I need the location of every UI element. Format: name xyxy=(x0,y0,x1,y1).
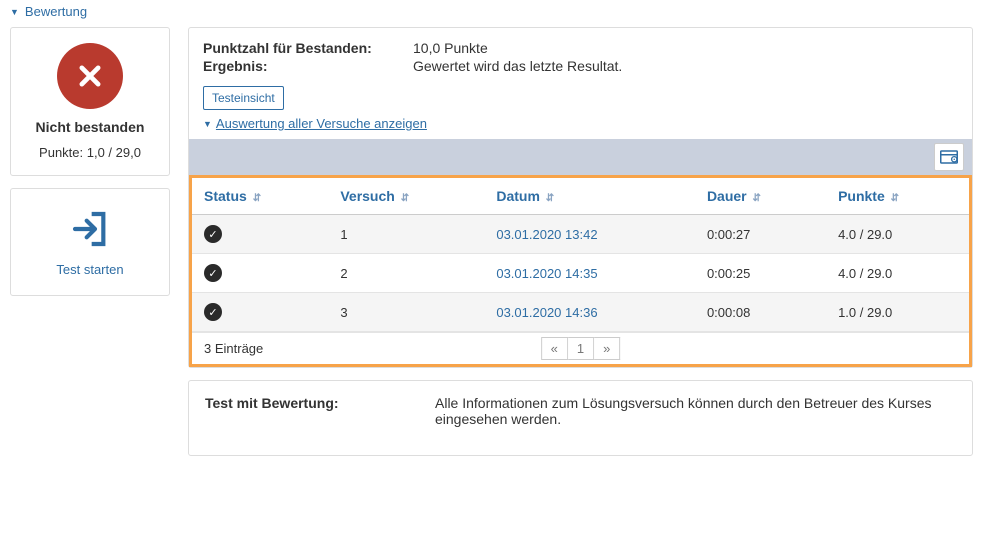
info-value: Alle Informationen zum Lösungsversuch kö… xyxy=(435,395,956,427)
cell-points: 1.0 / 29.0 xyxy=(826,293,969,332)
col-duration[interactable]: Dauer ⇵ xyxy=(695,178,826,215)
enter-icon xyxy=(21,209,159,252)
cell-attempt: 3 xyxy=(328,293,484,332)
sort-icon: ⇵ xyxy=(891,193,899,204)
info-panel: Test mit Bewertung: Alle Informationen z… xyxy=(188,380,973,456)
pager-page[interactable]: 1 xyxy=(568,337,594,360)
table-row: ✓ 1 03.01.2020 13:42 0:00:274.0 / 29.0 xyxy=(192,215,969,254)
pager-prev[interactable]: « xyxy=(541,337,568,360)
table-row: ✓ 2 03.01.2020 14:35 0:00:254.0 / 29.0 xyxy=(192,254,969,293)
table-footer: 3 Einträge « 1 » xyxy=(192,332,969,364)
cell-points: 4.0 / 29.0 xyxy=(826,215,969,254)
status-panel: Nicht bestanden Punkte: 1,0 / 29,0 xyxy=(10,27,170,176)
check-icon: ✓ xyxy=(204,303,222,321)
pass-score-label: Punktzahl für Bestanden: xyxy=(203,40,413,56)
col-date[interactable]: Datum ⇵ xyxy=(484,178,695,215)
cell-attempt: 2 xyxy=(328,254,484,293)
start-test-button[interactable]: Test starten xyxy=(10,188,170,296)
cell-duration: 0:00:25 xyxy=(695,254,826,293)
result-label: Ergebnis: xyxy=(203,58,413,74)
pass-score-value: 10,0 Punkte xyxy=(413,40,958,56)
sort-icon: ⇵ xyxy=(401,193,409,204)
check-icon: ✓ xyxy=(204,264,222,282)
check-icon: ✓ xyxy=(204,225,222,243)
fail-icon xyxy=(57,43,123,109)
main-panel: Punktzahl für Bestanden: 10,0 Punkte Erg… xyxy=(188,27,973,368)
sort-icon: ⇵ xyxy=(253,193,261,204)
accordion-header[interactable]: ▼ Bewertung xyxy=(10,0,973,27)
cell-duration: 0:00:08 xyxy=(695,293,826,332)
sort-icon: ⇵ xyxy=(753,193,761,204)
attempts-table-wrapper: Status ⇵ Versuch ⇵ Datum ⇵ Dauer ⇵ Punkt… xyxy=(189,175,972,367)
show-all-attempts-link[interactable]: Auswertung aller Versuche anzeigen xyxy=(216,116,427,131)
pager: « 1 » xyxy=(541,337,621,360)
col-attempt[interactable]: Versuch ⇵ xyxy=(328,178,484,215)
test-insight-button[interactable]: Testeinsicht xyxy=(203,86,284,110)
attempt-date-link[interactable]: 03.01.2020 14:35 xyxy=(496,266,597,281)
chevron-down-icon: ▼ xyxy=(10,7,19,17)
status-points: Punkte: 1,0 / 29,0 xyxy=(21,145,159,160)
sort-icon: ⇵ xyxy=(546,193,554,204)
status-title: Nicht bestanden xyxy=(21,119,159,135)
attempt-date-link[interactable]: 03.01.2020 13:42 xyxy=(496,227,597,242)
columns-config-button[interactable] xyxy=(934,143,964,171)
col-status[interactable]: Status ⇵ xyxy=(192,178,328,215)
col-points[interactable]: Punkte ⇵ xyxy=(826,178,969,215)
right-column: Punktzahl für Bestanden: 10,0 Punkte Erg… xyxy=(188,27,973,456)
cell-duration: 0:00:27 xyxy=(695,215,826,254)
info-label: Test mit Bewertung: xyxy=(205,395,415,427)
attempts-table: Status ⇵ Versuch ⇵ Datum ⇵ Dauer ⇵ Punkt… xyxy=(192,178,969,332)
result-value: Gewertet wird das letzte Resultat. xyxy=(413,58,958,74)
left-column: Nicht bestanden Punkte: 1,0 / 29,0 Test … xyxy=(10,27,170,456)
accordion-title: Bewertung xyxy=(25,4,87,19)
cell-attempt: 1 xyxy=(328,215,484,254)
pager-next[interactable]: » xyxy=(594,337,620,360)
table-row: ✓ 3 03.01.2020 14:36 0:00:081.0 / 29.0 xyxy=(192,293,969,332)
chevron-down-icon: ▼ xyxy=(203,119,212,129)
entries-count: 3 Einträge xyxy=(204,341,263,356)
cell-points: 4.0 / 29.0 xyxy=(826,254,969,293)
attempt-date-link[interactable]: 03.01.2020 14:36 xyxy=(496,305,597,320)
start-test-label: Test starten xyxy=(21,262,159,277)
table-toolbar xyxy=(189,139,972,175)
